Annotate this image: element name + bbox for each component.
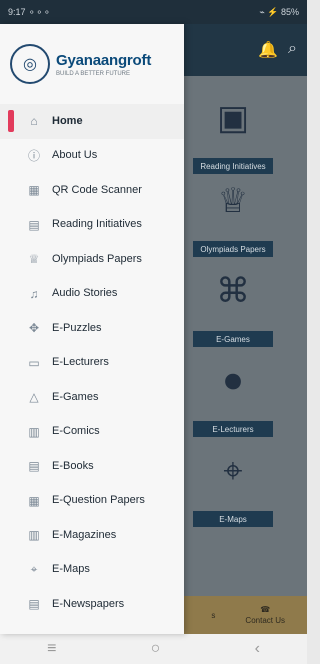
menu-item-puzzles[interactable]: ✥ E-Puzzles <box>0 311 184 346</box>
menu-label: About Us <box>52 149 98 162</box>
back-icon[interactable]: ‹ <box>255 640 260 658</box>
trophy-icon: ♕ <box>217 182 249 220</box>
comics-icon: ▥ <box>28 424 40 439</box>
card-olympiads[interactable]: ♕ Olympiads Papers <box>186 171 280 257</box>
papers-icon: ▦ <box>28 493 40 508</box>
menu-label: E-Maps <box>52 563 90 576</box>
menu-item-qr[interactable]: ▦ QR Code Scanner <box>0 173 184 208</box>
menu-label: E-Games <box>52 390 99 403</box>
card-label: E-Maps <box>193 511 273 527</box>
menu-label: Home <box>52 114 83 127</box>
logo-badge-icon: ◎ <box>10 44 50 84</box>
search-icon[interactable]: ⌕ <box>288 40 297 60</box>
book-icon: ▤ <box>28 217 40 232</box>
qr-icon: ▦ <box>28 183 40 198</box>
status-left: 9:17 ⚬⚬⚬ <box>8 7 51 18</box>
camera-icon: ⏺ <box>224 361 242 400</box>
audio-icon: ♫ <box>29 286 39 301</box>
menu-label: E-Newspapers <box>52 597 125 610</box>
lecture-icon: ▭ <box>28 355 40 370</box>
books-icon: ▤ <box>28 459 40 474</box>
menu-item-newspapers[interactable]: ▤ E-Newspapers <box>0 587 184 622</box>
tab-label: s <box>211 610 216 620</box>
book-icon: ▣ <box>216 99 250 137</box>
system-navigation-bar: ≡ ○ ‹ <box>0 634 307 664</box>
map-icon: ⌖ <box>30 562 38 577</box>
menu-label: E-Lecturers <box>52 356 109 369</box>
brand-tagline: BUILD A BETTER FUTURE <box>56 70 131 77</box>
menu-label: Audio Stories <box>52 287 118 300</box>
trophy-icon: ♕ <box>28 252 40 267</box>
navigation-drawer: ◎ Gyanaangroft BUILD A BETTER FUTURE ⌂ H… <box>0 24 184 634</box>
card-reading[interactable]: ▣ Reading Initiatives <box>186 88 280 174</box>
menu-label: E-Question Papers <box>52 494 145 507</box>
menu-label: E-Magazines <box>52 528 117 541</box>
menu-item-comics[interactable]: ▥ E-Comics <box>0 415 184 450</box>
menu-item-home[interactable]: ⌂ Home <box>0 104 184 139</box>
menu-item-reading[interactable]: ▤ Reading Initiatives <box>0 208 184 243</box>
home-circle-icon[interactable]: ○ <box>151 640 161 658</box>
battery-text: ⌁ ⚡ 85% <box>259 6 299 17</box>
brand-logo: Gyanaangroft BUILD A BETTER FUTURE <box>56 52 151 77</box>
contact-icon: ☎ <box>260 605 271 614</box>
menu-item-about[interactable]: ⓘ About Us <box>0 139 184 174</box>
card-games[interactable]: ⌘ E-Games <box>186 261 280 347</box>
menu-label: E-Puzzles <box>52 321 102 334</box>
menu-item-magazines[interactable]: ▥ E-Magazines <box>0 518 184 553</box>
active-indicator <box>8 110 14 132</box>
info-icon: ⓘ <box>27 149 40 164</box>
notification-icon[interactable]: 🔔 <box>258 40 278 60</box>
status-right: ⌁ ⚡ 85% <box>259 7 299 18</box>
menu-label: QR Code Scanner <box>52 183 142 196</box>
status-bar: 9:17 ⚬⚬⚬ ⌁ ⚡ 85% <box>0 0 307 24</box>
menu-label: E-Comics <box>52 425 100 438</box>
menu-item-maps[interactable]: ⌖ E-Maps <box>0 553 184 588</box>
brand-name: Gyanaangroft <box>56 51 152 69</box>
card-label: E-Games <box>193 331 273 347</box>
menu-item-games[interactable]: △ E-Games <box>0 380 184 415</box>
time-text: 9:17 ⚬⚬⚬ <box>8 6 51 17</box>
menu-item-olympiads[interactable]: ♕ Olympiads Papers <box>0 242 184 277</box>
games-icon: △ <box>29 390 39 405</box>
card-lecturers[interactable]: ⏺ E-Lecturers <box>186 351 280 437</box>
newspaper-icon: ▤ <box>28 597 40 612</box>
tab-label: Contact Us <box>245 616 285 625</box>
card-maps[interactable]: ⌖ E-Maps <box>186 441 280 527</box>
gamepad-icon: ⌘ <box>216 272 250 310</box>
app-bar-actions: 🔔 ⌕ <box>258 40 297 60</box>
menu-item-question-papers[interactable]: ▦ E-Question Papers <box>0 484 184 519</box>
menu-item-books[interactable]: ▤ E-Books <box>0 449 184 484</box>
menu-item-lecturers[interactable]: ▭ E-Lecturers <box>0 346 184 381</box>
menu-label: Olympiads Papers <box>52 252 142 265</box>
puzzle-icon: ✥ <box>28 321 40 336</box>
menu-label: Reading Initiatives <box>52 218 142 231</box>
home-icon: ⌂ <box>30 114 38 129</box>
drawer-menu: ⌂ Home ⓘ About Us ▦ QR Code Scanner ▤ Re… <box>0 104 184 622</box>
map-icon: ⌖ <box>223 451 243 490</box>
magazine-icon: ▥ <box>28 528 40 543</box>
tab-partial[interactable]: s <box>211 611 215 620</box>
drawer-header: ◎ Gyanaangroft BUILD A BETTER FUTURE <box>0 24 184 104</box>
menu-label: E-Books <box>52 459 94 472</box>
card-label: Olympiads Papers <box>193 241 273 257</box>
tab-contact[interactable]: ☎ Contact Us <box>245 605 285 625</box>
recent-apps-icon[interactable]: ≡ <box>47 640 56 658</box>
phone-screen: 9:17 ⚬⚬⚬ ⌁ ⚡ 85% 🔔 ⌕ ▣ Reading Initiativ… <box>0 0 307 664</box>
card-label: E-Lecturers <box>193 421 273 437</box>
menu-item-audio[interactable]: ♫ Audio Stories <box>0 277 184 312</box>
